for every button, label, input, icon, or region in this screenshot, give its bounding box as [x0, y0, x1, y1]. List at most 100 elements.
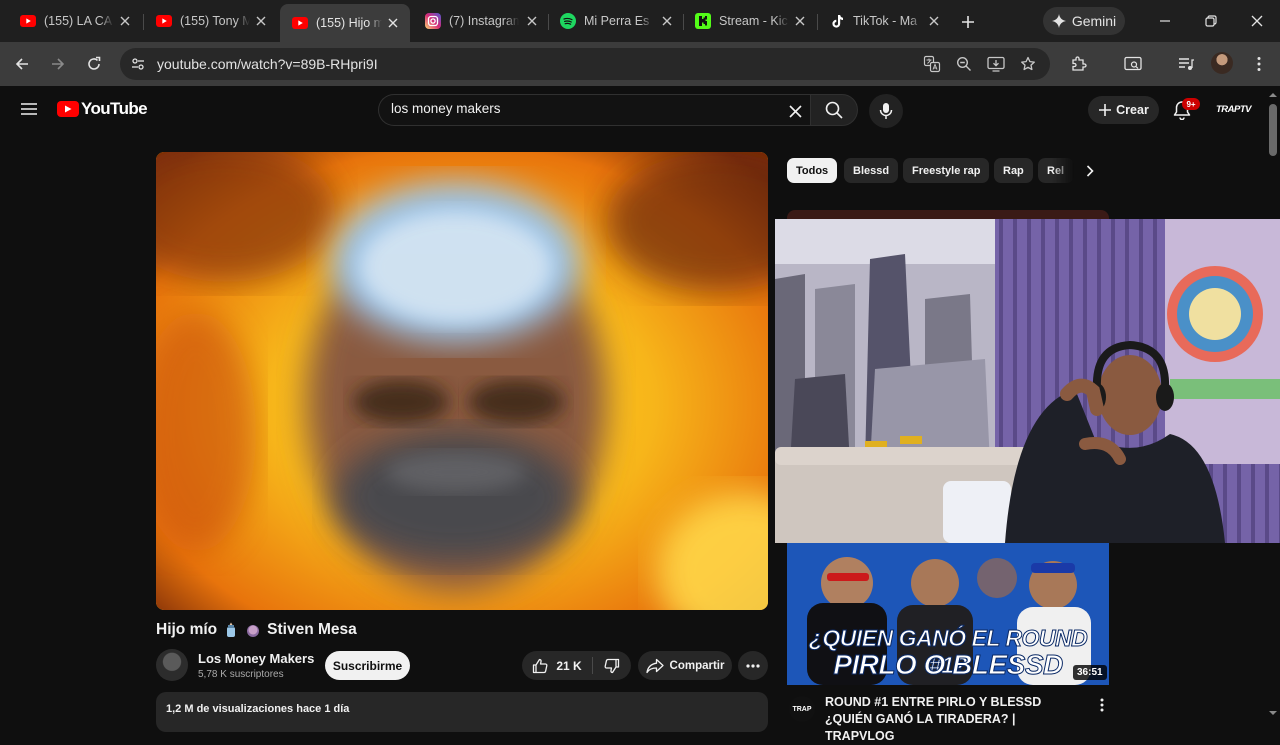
tab-youtube-la-ca[interactable]: (155) LA CA	[0, 6, 142, 36]
close-icon[interactable]	[525, 14, 539, 28]
views-and-date: 1,2 M de visualizaciones hace 1 día	[166, 703, 350, 715]
tab-title: (155) LA CA	[44, 14, 113, 28]
address-bar[interactable]: youtube.com/watch?v=89B-RHpri9I	[120, 48, 1050, 80]
notification-count-badge: 9+	[1182, 98, 1200, 110]
video-title-text: Hijo mío	[156, 621, 218, 638]
scrollbar-thumb[interactable]	[1269, 104, 1277, 156]
tab-instagram[interactable]: (7) Instagram	[413, 6, 549, 36]
gemini-button[interactable]: Gemini	[1043, 7, 1125, 35]
like-dislike-group: 21 K	[522, 651, 631, 680]
recommended-video-thumbnail[interactable]: ¿QUIEN GANÓ EL ROUND #1? PIRLO O BLESSD	[787, 543, 1109, 685]
tab-youtube-tony[interactable]: (155) Tony M	[136, 6, 278, 36]
close-icon[interactable]	[793, 14, 807, 28]
youtube-icon	[20, 13, 36, 29]
close-window-button[interactable]	[1244, 8, 1270, 34]
tab-title: (7) Instagram	[449, 14, 519, 28]
search-icon	[825, 101, 843, 119]
tab-title: TikTok - Ma	[853, 14, 918, 28]
video-player[interactable]	[156, 152, 768, 610]
close-icon[interactable]	[118, 14, 132, 28]
chip-blessd[interactable]: Blessd	[844, 158, 899, 183]
reload-button[interactable]	[80, 50, 108, 78]
close-icon[interactable]	[927, 14, 941, 28]
channel-avatar[interactable]	[156, 649, 188, 681]
channel-avatar-logo[interactable]: TRAPTV	[1216, 104, 1252, 115]
youtube-wordmark: YouTube	[81, 99, 148, 118]
chip-todos[interactable]: Todos	[787, 158, 838, 183]
create-button[interactable]: Crear	[1088, 96, 1159, 124]
restore-button[interactable]	[1198, 8, 1224, 34]
scroll-up-icon	[1269, 93, 1277, 97]
tab-tiktok[interactable]: TikTok - Ma	[817, 6, 951, 36]
page-scrollbar[interactable]	[1266, 88, 1280, 720]
more-actions-button[interactable]	[738, 651, 768, 680]
streamer-overlay-video	[775, 219, 1280, 543]
clear-search-icon[interactable]	[785, 101, 805, 121]
browser-tab-strip: (155) LA CA (155) Tony M (155) Hijo m (7…	[0, 0, 1280, 42]
description-box[interactable]: 1,2 M de visualizaciones hace 1 día	[156, 692, 768, 732]
search-input[interactable]	[391, 101, 771, 116]
extensions-puzzle-icon[interactable]	[1069, 54, 1089, 74]
profile-avatar[interactable]	[1211, 52, 1233, 74]
media-control-icon[interactable]	[1176, 54, 1196, 74]
youtube-logo[interactable]: YouTube	[57, 99, 148, 119]
forward-button[interactable]	[44, 50, 72, 78]
chip-rel[interactable]: Rel	[1038, 158, 1074, 183]
video-frame-flame-face	[156, 152, 768, 610]
new-tab-button[interactable]	[956, 10, 980, 34]
like-button[interactable]: 21 K	[522, 651, 592, 680]
baby-bottle-emoji-icon	[227, 622, 236, 637]
back-button[interactable]	[8, 50, 36, 78]
kebab-menu-icon	[1100, 698, 1104, 712]
gemini-label: Gemini	[1071, 13, 1117, 29]
video-artist: Stiven Mesa	[267, 621, 357, 638]
tab-title: Stream - Kic	[719, 14, 788, 28]
voice-search-button[interactable]	[869, 94, 903, 128]
spotify-icon	[560, 13, 576, 29]
url-text: youtube.com/watch?v=89B-RHpri9I	[157, 56, 378, 72]
hamburger-icon	[21, 103, 37, 115]
baby-emoji-icon	[247, 625, 260, 637]
bookmark-star-icon[interactable]	[1018, 54, 1038, 74]
kick-icon	[695, 13, 711, 29]
close-icon	[1251, 15, 1263, 27]
close-icon[interactable]	[386, 16, 400, 30]
divider	[592, 657, 593, 674]
hamburger-menu-button[interactable]	[16, 96, 42, 122]
arrow-right-icon	[52, 58, 65, 70]
zoom-out-icon[interactable]	[954, 54, 974, 74]
tab-title: (155) Hijo m	[316, 16, 382, 30]
tab-title: (155) Tony M	[180, 14, 250, 28]
tab-kick[interactable]: Stream - Kic	[683, 6, 817, 36]
share-arrow-icon	[645, 658, 664, 673]
more-horizontal-icon	[746, 663, 760, 668]
reload-icon	[88, 56, 101, 70]
close-icon[interactable]	[660, 14, 674, 28]
dislike-button[interactable]	[594, 651, 630, 680]
restore-icon	[1205, 15, 1217, 27]
minimize-icon	[1160, 20, 1170, 22]
channel-name[interactable]: Los Money Makers	[198, 651, 314, 666]
install-app-icon[interactable]	[986, 54, 1006, 74]
tiktok-icon	[829, 13, 845, 29]
chip-rap[interactable]: Rap	[994, 158, 1033, 183]
chevron-right-icon	[1086, 165, 1094, 177]
chip-freestyle-rap[interactable]: Freestyle rap	[903, 158, 990, 183]
recommended-channel-avatar[interactable]: TRAP	[789, 696, 815, 722]
share-button[interactable]: Compartir	[638, 651, 732, 680]
chips-next-button[interactable]	[1079, 160, 1101, 182]
translate-icon[interactable]	[922, 54, 942, 74]
minimize-button[interactable]	[1152, 8, 1178, 34]
tab-search-icon[interactable]	[1123, 54, 1143, 74]
subscriber-count: 5,78 K suscriptores	[198, 669, 284, 680]
search-button[interactable]	[810, 94, 858, 126]
plus-icon	[1099, 104, 1112, 116]
subscribe-button[interactable]: Suscribirme	[325, 651, 410, 680]
kebab-menu-icon[interactable]	[1249, 54, 1269, 74]
close-icon[interactable]	[254, 14, 268, 28]
site-settings-icon[interactable]	[128, 54, 148, 74]
tab-youtube-hijo-mio[interactable]: (155) Hijo m	[280, 4, 410, 42]
tab-spotify[interactable]: Mi Perra Es	[548, 6, 684, 36]
video-duration-badge: 36:51	[1073, 665, 1107, 680]
recommended-more-button[interactable]	[1094, 695, 1110, 715]
